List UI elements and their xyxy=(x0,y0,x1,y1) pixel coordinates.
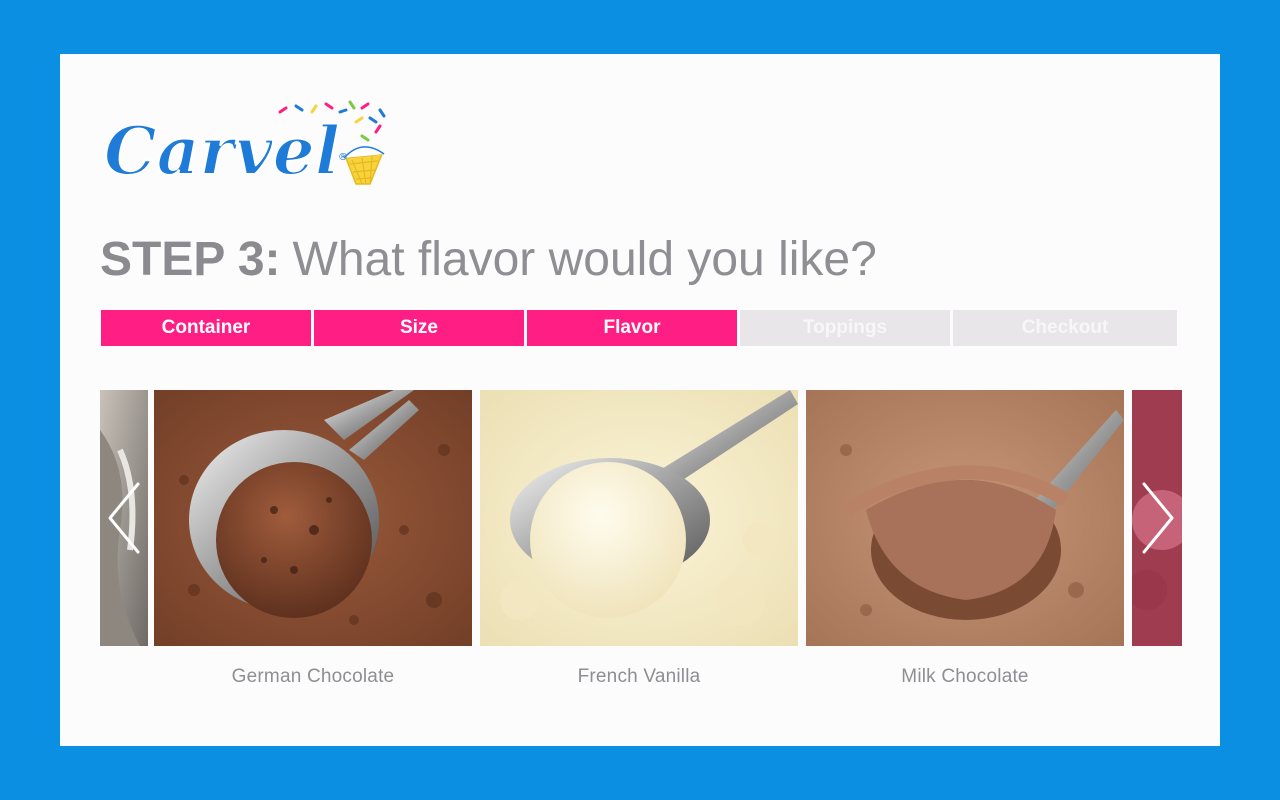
step-tab-container[interactable]: Container xyxy=(101,310,311,346)
step-tab-toppings[interactable]: Toppings xyxy=(740,310,950,346)
flavor-card-french-vanilla[interactable]: French Vanilla xyxy=(480,390,798,688)
flavor-image-milk-chocolate xyxy=(806,390,1124,646)
step-tab-checkout[interactable]: Checkout xyxy=(953,310,1177,346)
progress-steps: Container Size Flavor Toppings Checkout xyxy=(101,310,1177,346)
logo-wordmark: Carvel xyxy=(104,112,340,190)
flavor-name: German Chocolate xyxy=(231,666,395,687)
flavor-image-german-chocolate xyxy=(154,390,472,646)
flavor-name: French Vanilla xyxy=(577,666,701,687)
flavor-card-milk-chocolate[interactable]: Milk Chocolate xyxy=(806,390,1124,688)
carousel-next-button[interactable] xyxy=(1134,482,1178,554)
carvel-logo: Carvel ® xyxy=(100,98,400,198)
flavor-carousel: German Chocolate French Vanilla Milk Cho… xyxy=(98,390,1182,690)
order-panel: Carvel ® STEP 3: What flavor would you li… xyxy=(60,54,1220,746)
step-tab-size[interactable]: Size xyxy=(314,310,524,346)
flavor-name: Milk Chocolate xyxy=(901,666,1029,687)
step-tab-flavor[interactable]: Flavor xyxy=(527,310,737,346)
step-question: What flavor would you like? xyxy=(292,233,877,286)
flavor-card-german-chocolate[interactable]: German Chocolate xyxy=(154,390,472,688)
chevron-right-icon xyxy=(1142,482,1174,554)
flavor-image-french-vanilla xyxy=(480,390,798,646)
chevron-left-icon xyxy=(108,482,140,554)
registered-mark: ® xyxy=(338,152,348,163)
step-number: STEP 3: xyxy=(100,233,281,286)
carousel-prev-button[interactable] xyxy=(104,482,148,554)
page-title: STEP 3: What flavor would you like? xyxy=(100,228,877,292)
cone-icon xyxy=(343,146,385,185)
